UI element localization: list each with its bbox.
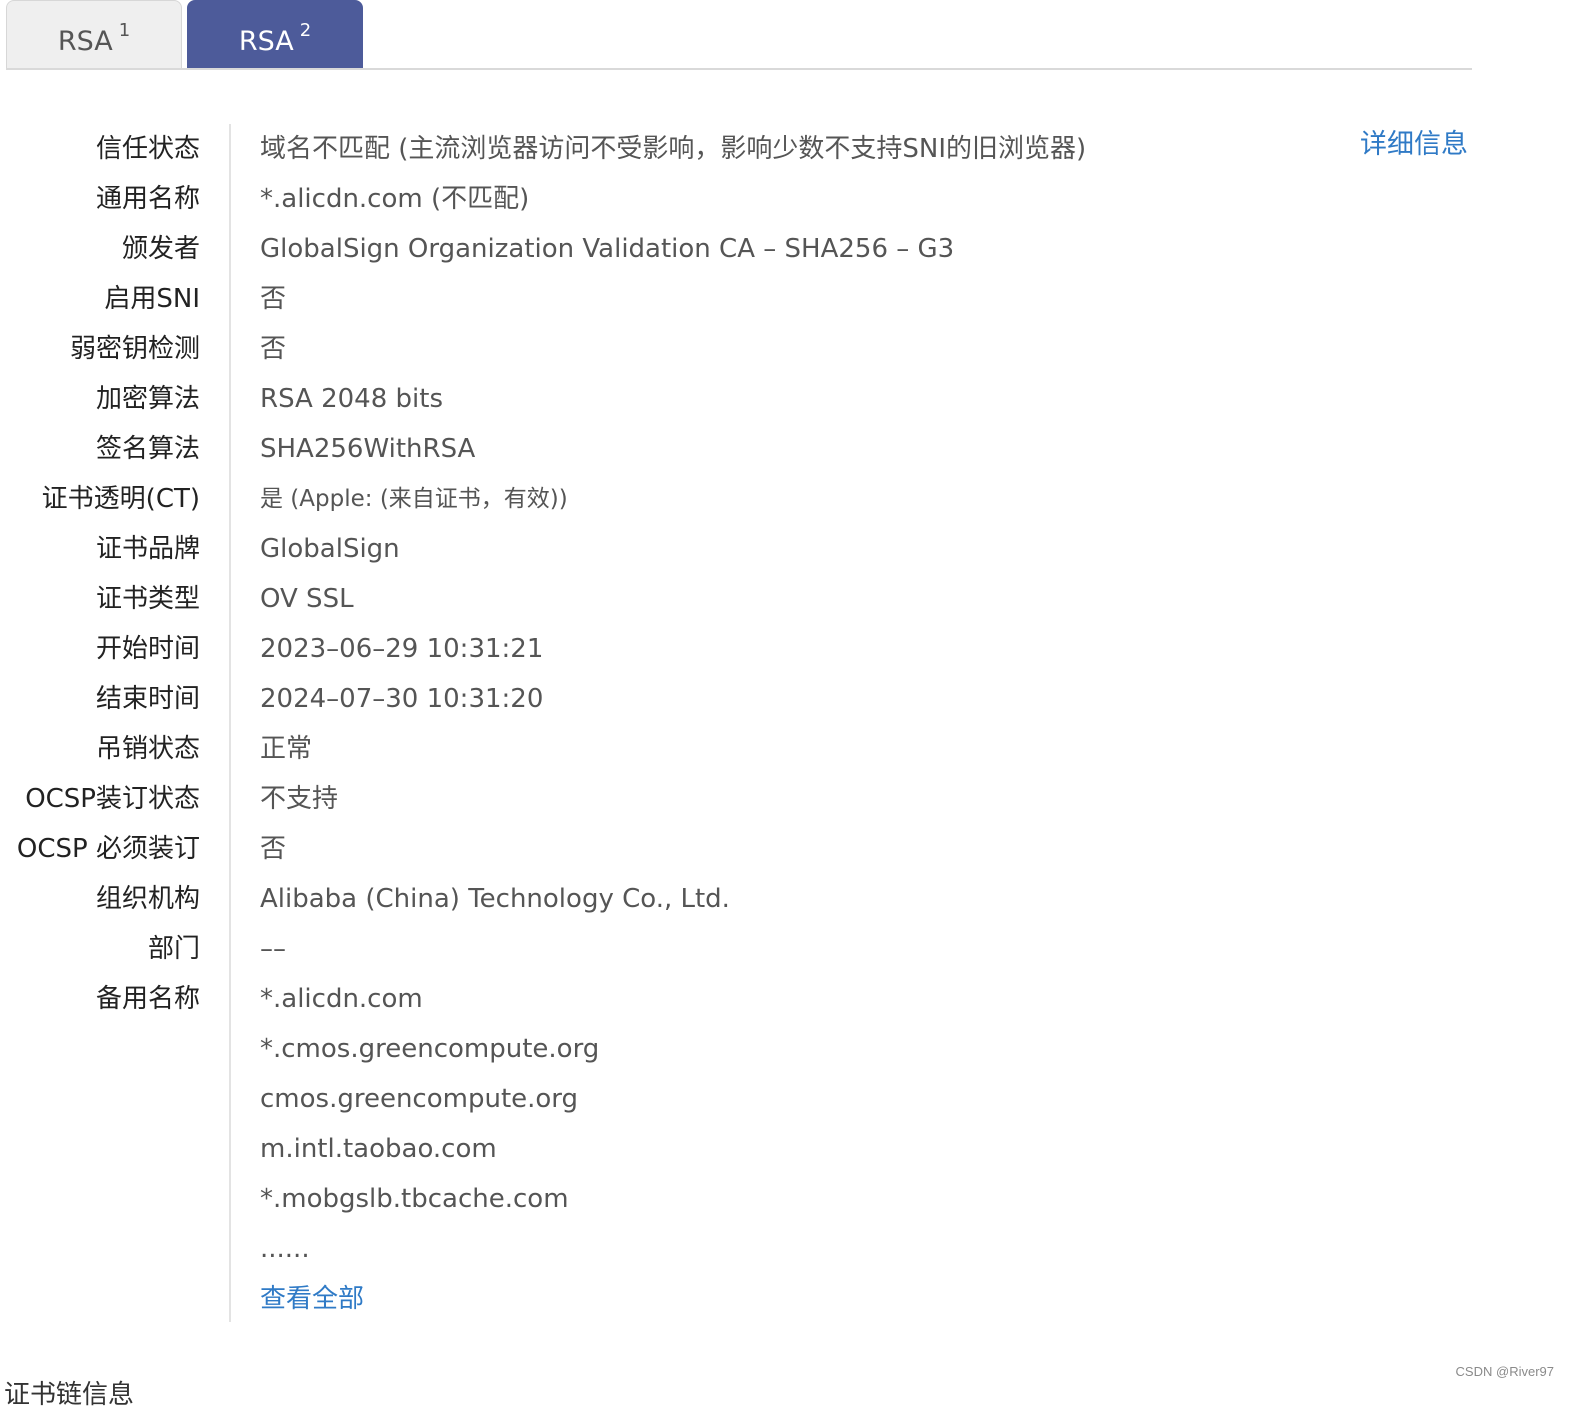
alt-name-ellipsis: ...... <box>0 1224 1588 1274</box>
row-ocsp-stapling: OCSP装订状态 不支持 <box>0 774 1588 824</box>
view-all-link[interactable]: 查看全部 <box>260 1282 364 1316</box>
row-label: OCSP 必须装订 <box>16 834 200 864</box>
row-value: SHA256WithRSA <box>260 434 476 464</box>
row-label: 结束时间 <box>95 684 200 714</box>
row-label: 部门 <box>147 934 200 964</box>
row-value: GlobalSign Organization Validation CA – … <box>260 234 955 264</box>
row-value: 否 <box>260 834 287 864</box>
row-value: GlobalSign <box>260 534 400 564</box>
row-value: *.alicdn.com (不匹配) <box>260 184 530 214</box>
row-label: 吊销状态 <box>95 734 200 764</box>
tab-label: RSA <box>238 26 294 57</box>
row-signature: 签名算法 SHA256WithRSA <box>0 424 1588 474</box>
alt-name-value: *.cmos.greencompute.org <box>260 1034 600 1064</box>
section-heading-cutoff: 证书链信息 <box>4 1380 135 1406</box>
tab-rsa-1[interactable]: RSA 1 <box>6 0 182 68</box>
tab-label: RSA <box>57 26 113 57</box>
row-value: –– <box>260 934 286 964</box>
alt-name-item: m.intl.taobao.com <box>0 1124 1588 1174</box>
row-department: 部门 –– <box>0 924 1588 974</box>
alt-name-item: *.cmos.greencompute.org <box>0 1024 1588 1074</box>
row-label: 颁发者 <box>121 234 200 264</box>
alt-name-value: m.intl.taobao.com <box>260 1134 497 1164</box>
row-weak-key: 弱密钥检测 否 <box>0 324 1588 374</box>
tab-rsa-2[interactable]: RSA 2 <box>187 0 363 68</box>
row-value: RSA 2048 bits <box>260 384 444 414</box>
row-label: 开始时间 <box>95 634 200 664</box>
row-label: 组织机构 <box>95 884 200 914</box>
row-ct: 证书透明(CT) 是 (Apple: (来自证书，有效)) <box>0 474 1588 524</box>
row-organization: 组织机构 Alibaba (China) Technology Co., Ltd… <box>0 874 1588 924</box>
row-issuer: 颁发者 GlobalSign Organization Validation C… <box>0 224 1588 274</box>
row-label: 加密算法 <box>95 384 200 414</box>
row-value: 是 (Apple: (来自证书，有效)) <box>260 486 568 512</box>
row-end-time: 结束时间 2024–07–30 10:31:20 <box>0 674 1588 724</box>
row-start-time: 开始时间 2023–06–29 10:31:21 <box>0 624 1588 674</box>
tab-index: 1 <box>118 20 131 41</box>
row-value: Alibaba (China) Technology Co., Ltd. <box>260 884 730 914</box>
row-brand: 证书品牌 GlobalSign <box>0 524 1588 574</box>
ellipsis-text: ...... <box>260 1234 310 1264</box>
row-revocation: 吊销状态 正常 <box>0 724 1588 774</box>
certificate-details: 信任状态 域名不匹配 (主流浏览器访问不受影响，影响少数不支持SNI的旧浏览器)… <box>0 124 1588 1324</box>
alt-name-item: cmos.greencompute.org <box>0 1074 1588 1124</box>
row-value: 2023–06–29 10:31:21 <box>260 634 544 664</box>
row-trust-status: 信任状态 域名不匹配 (主流浏览器访问不受影响，影响少数不支持SNI的旧浏览器) <box>0 124 1588 174</box>
view-all-row: 查看全部 <box>0 1274 1588 1324</box>
row-value: 正常 <box>260 734 313 764</box>
row-value: 2024–07–30 10:31:20 <box>260 684 544 714</box>
row-label: 备用名称 <box>95 984 200 1014</box>
row-value: 域名不匹配 (主流浏览器访问不受影响，影响少数不支持SNI的旧浏览器) <box>260 134 1087 164</box>
row-label: 证书透明(CT) <box>41 484 200 514</box>
row-ocsp-must-staple: OCSP 必须装订 否 <box>0 824 1588 874</box>
row-label: 通用名称 <box>95 184 200 214</box>
row-value: 否 <box>260 284 287 314</box>
watermark: CSDN @River97 <box>1455 1364 1554 1379</box>
tab-index: 2 <box>299 20 312 41</box>
row-value: *.alicdn.com <box>260 984 423 1014</box>
row-value: 不支持 <box>260 784 339 814</box>
row-value: 否 <box>260 334 287 364</box>
row-encryption: 加密算法 RSA 2048 bits <box>0 374 1588 424</box>
row-alt-names: 备用名称 *.alicdn.com <box>0 974 1588 1024</box>
row-common-name: 通用名称 *.alicdn.com (不匹配) <box>0 174 1588 224</box>
row-sni: 启用SNI 否 <box>0 274 1588 324</box>
row-label: 信任状态 <box>95 134 200 164</box>
alt-name-value: cmos.greencompute.org <box>260 1084 579 1114</box>
certificate-panel: RSA 1 RSA 2 详细信息 信任状态 域名不匹配 (主流浏览器访问不受影响，影… <box>0 0 1588 1406</box>
cert-tabs: RSA 1 RSA 2 <box>6 0 1472 70</box>
row-cert-type: 证书类型 OV SSL <box>0 574 1588 624</box>
row-label: 签名算法 <box>95 434 200 464</box>
alt-name-item: *.mobgslb.tbcache.com <box>0 1174 1588 1224</box>
row-label: 证书类型 <box>95 584 200 614</box>
row-label: 弱密钥检测 <box>69 334 200 364</box>
row-label: 证书品牌 <box>95 534 200 564</box>
alt-name-value: *.mobgslb.tbcache.com <box>260 1184 569 1214</box>
row-label: 启用SNI <box>104 284 200 314</box>
row-label: OCSP装订状态 <box>25 784 200 814</box>
row-value: OV SSL <box>260 584 354 614</box>
